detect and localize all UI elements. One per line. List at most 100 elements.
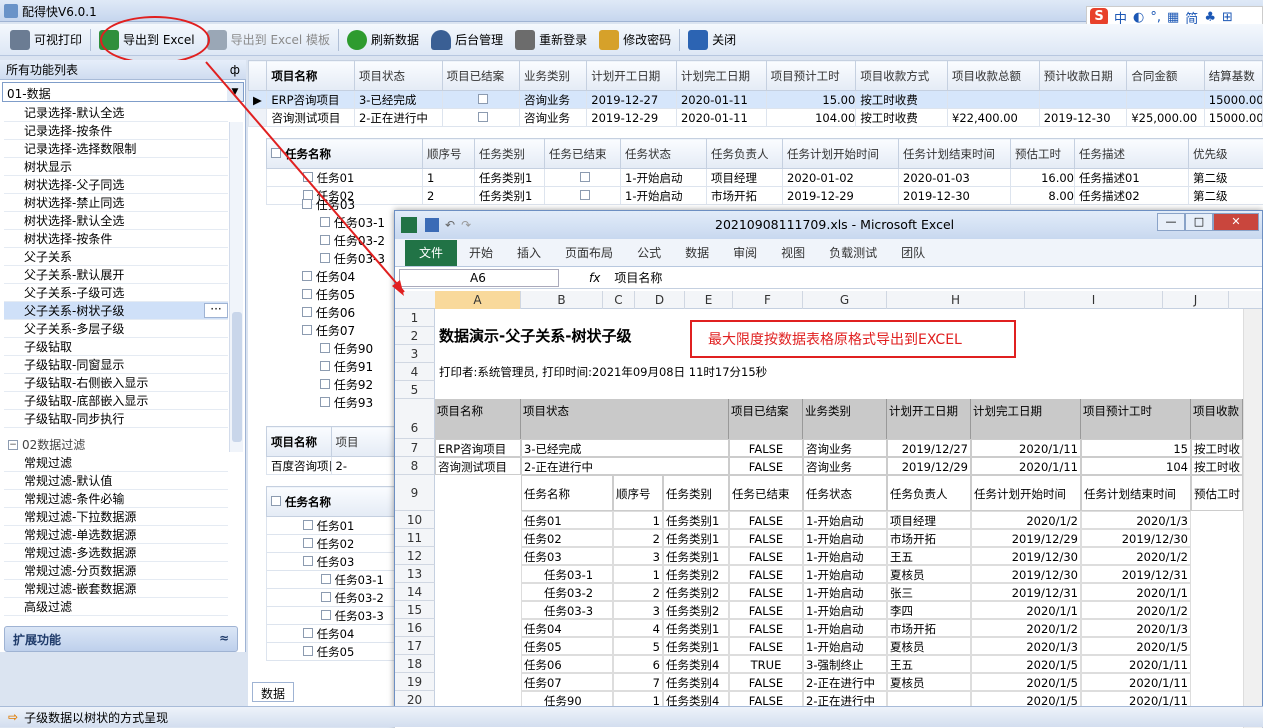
row-header[interactable]: 18: [395, 655, 435, 673]
sheet-cell[interactable]: 任务类别: [663, 475, 729, 511]
table-cell[interactable]: 任务02: [267, 535, 396, 553]
tree-node[interactable]: 任务03-2: [284, 232, 404, 250]
function-item[interactable]: 子级钻取-同步执行: [4, 410, 228, 428]
table-row[interactable]: 任务04: [267, 625, 396, 643]
sheet-cell[interactable]: 任务06: [521, 655, 613, 673]
sheet-cell[interactable]: 任务05: [521, 637, 613, 655]
chevron-down-icon[interactable]: ▼: [227, 83, 243, 101]
sheet-cell[interactable]: 任务状态: [803, 475, 887, 511]
checkbox-icon[interactable]: [478, 112, 488, 122]
checkbox-icon[interactable]: [303, 628, 313, 638]
column-header[interactable]: A: [435, 291, 521, 309]
checkbox-icon[interactable]: [320, 253, 330, 263]
minimize-icon[interactable]: —: [1157, 213, 1185, 231]
sheet-cell[interactable]: 2-正在进行中: [521, 457, 729, 475]
tab-data[interactable]: 数据: [252, 682, 294, 702]
table-cell[interactable]: 任务05: [267, 643, 396, 661]
sheet-cell[interactable]: 2: [613, 529, 663, 547]
function-item[interactable]: 父子关系-树状子级···: [4, 302, 228, 320]
sheet-cell[interactable]: 1-开始启动: [803, 619, 887, 637]
sheet-cell[interactable]: 2020/1/11: [1081, 673, 1191, 691]
ribbon-tab[interactable]: 页面布局: [553, 244, 625, 261]
tree-node[interactable]: 任务06: [284, 304, 404, 322]
sheet-cell[interactable]: 2020/1/1: [971, 601, 1081, 619]
sheet-cell[interactable]: 104: [1081, 457, 1191, 475]
sheet-cell[interactable]: 2-正在进行中: [803, 673, 887, 691]
row-header[interactable]: 6: [395, 399, 435, 439]
sheet-cell[interactable]: 任务计划结束时间: [1081, 475, 1191, 511]
table-cell[interactable]: [545, 187, 621, 205]
column-header[interactable]: 合同金额: [1127, 61, 1204, 91]
checkbox-icon[interactable]: [321, 592, 331, 602]
column-header[interactable]: 项目: [331, 427, 396, 457]
column-header[interactable]: G: [803, 291, 887, 309]
sheet-cell[interactable]: 计划开工日期: [887, 399, 971, 439]
sheet-cell[interactable]: 1-开始启动: [803, 547, 887, 565]
function-item[interactable]: 子级钻取-右侧嵌入显示: [4, 374, 228, 392]
column-header[interactable]: 任务计划结束时间: [899, 139, 1011, 169]
column-header[interactable]: 项目收款总额: [948, 61, 1040, 91]
column-header[interactable]: F: [733, 291, 803, 309]
checkbox-icon[interactable]: [303, 172, 313, 182]
function-item[interactable]: 常规过滤: [4, 454, 228, 472]
sheet-cell[interactable]: 咨询测试项目: [435, 457, 521, 475]
sheet-cell[interactable]: 任务类别1: [663, 547, 729, 565]
sheet-cell[interactable]: 任务负责人: [887, 475, 971, 511]
worksheet[interactable]: 123456789101112131415161718192021数据演示-父子…: [395, 309, 1243, 728]
ribbon-tab[interactable]: 插入: [505, 244, 553, 261]
row-header[interactable]: 15: [395, 601, 435, 619]
column-header[interactable]: 预估工时: [1011, 139, 1075, 169]
grid-icon[interactable]: ⊞: [1222, 10, 1233, 25]
function-item[interactable]: 常规过滤-下拉数据源: [4, 508, 228, 526]
sheet-cell[interactable]: 1-开始启动: [803, 637, 887, 655]
column-header[interactable]: 项目预计工时: [766, 61, 856, 91]
function-item[interactable]: 常规过滤-条件必输: [4, 490, 228, 508]
sheet-cell[interactable]: 2019/12/27: [887, 439, 971, 457]
function-item[interactable]: 父子关系-默认展开: [4, 266, 228, 284]
sheet-cell[interactable]: 任务类别4: [663, 673, 729, 691]
sheet-cell[interactable]: 任务04: [521, 619, 613, 637]
column-header[interactable]: B: [521, 291, 603, 309]
column-header[interactable]: H: [887, 291, 1025, 309]
sheet-cell[interactable]: FALSE: [729, 673, 803, 691]
sheet-cell[interactable]: 任务07: [521, 673, 613, 691]
maximize-icon[interactable]: □: [1185, 213, 1213, 231]
sheet-cell[interactable]: ERP咨询项目: [435, 439, 521, 457]
table-row[interactable]: 任务03-3: [267, 607, 396, 625]
sheet-cell[interactable]: 项目收款: [1191, 399, 1243, 439]
checkbox-icon[interactable]: [302, 307, 312, 317]
sheet-scrollbar[interactable]: [1243, 309, 1262, 728]
sheet-cell[interactable]: FALSE: [729, 439, 803, 457]
group-header[interactable]: −02数据过滤: [4, 436, 228, 454]
function-item[interactable]: 常规过滤-分页数据源: [4, 562, 228, 580]
sheet-cell[interactable]: FALSE: [729, 529, 803, 547]
sheet-cell[interactable]: 李四: [887, 601, 971, 619]
name-box[interactable]: A6: [399, 269, 559, 287]
function-item[interactable]: 父子关系-子级可选: [4, 284, 228, 302]
sheet-cell[interactable]: 2020/1/1: [1081, 583, 1191, 601]
row-header[interactable]: 12: [395, 547, 435, 565]
sheet-cell[interactable]: FALSE: [729, 601, 803, 619]
column-header[interactable]: 任务名称: [267, 139, 423, 169]
sheet-cell[interactable]: 王五: [887, 547, 971, 565]
checkbox-icon[interactable]: [302, 325, 312, 335]
sheet-cell[interactable]: 任务03-3: [521, 601, 613, 619]
sheet-cell[interactable]: 5: [613, 637, 663, 655]
column-header[interactable]: 预计收款日期: [1039, 61, 1127, 91]
sheet-cell[interactable]: 2020/1/5: [1081, 637, 1191, 655]
sheet-cell[interactable]: 夏核员: [887, 637, 971, 655]
sheet-cell[interactable]: 项目名称: [435, 399, 521, 439]
column-header[interactable]: 结算基数: [1204, 61, 1262, 91]
function-item[interactable]: 树状选择-父子同选: [4, 176, 228, 194]
print-button[interactable]: 可视打印: [4, 26, 88, 54]
sheet-cell[interactable]: 2019/12/31: [1081, 565, 1191, 583]
row-header[interactable]: 14: [395, 583, 435, 601]
sheet-cell[interactable]: 夏核员: [887, 673, 971, 691]
ribbon-tab[interactable]: 团队: [889, 244, 937, 261]
tree-node[interactable]: 任务05: [284, 286, 404, 304]
sheet-cell[interactable]: FALSE: [729, 547, 803, 565]
checkbox-icon[interactable]: [320, 379, 330, 389]
sheet-cell[interactable]: 任务类别2: [663, 583, 729, 601]
row-header[interactable]: 9: [395, 475, 435, 511]
tree-node[interactable]: 任务03: [284, 196, 404, 214]
